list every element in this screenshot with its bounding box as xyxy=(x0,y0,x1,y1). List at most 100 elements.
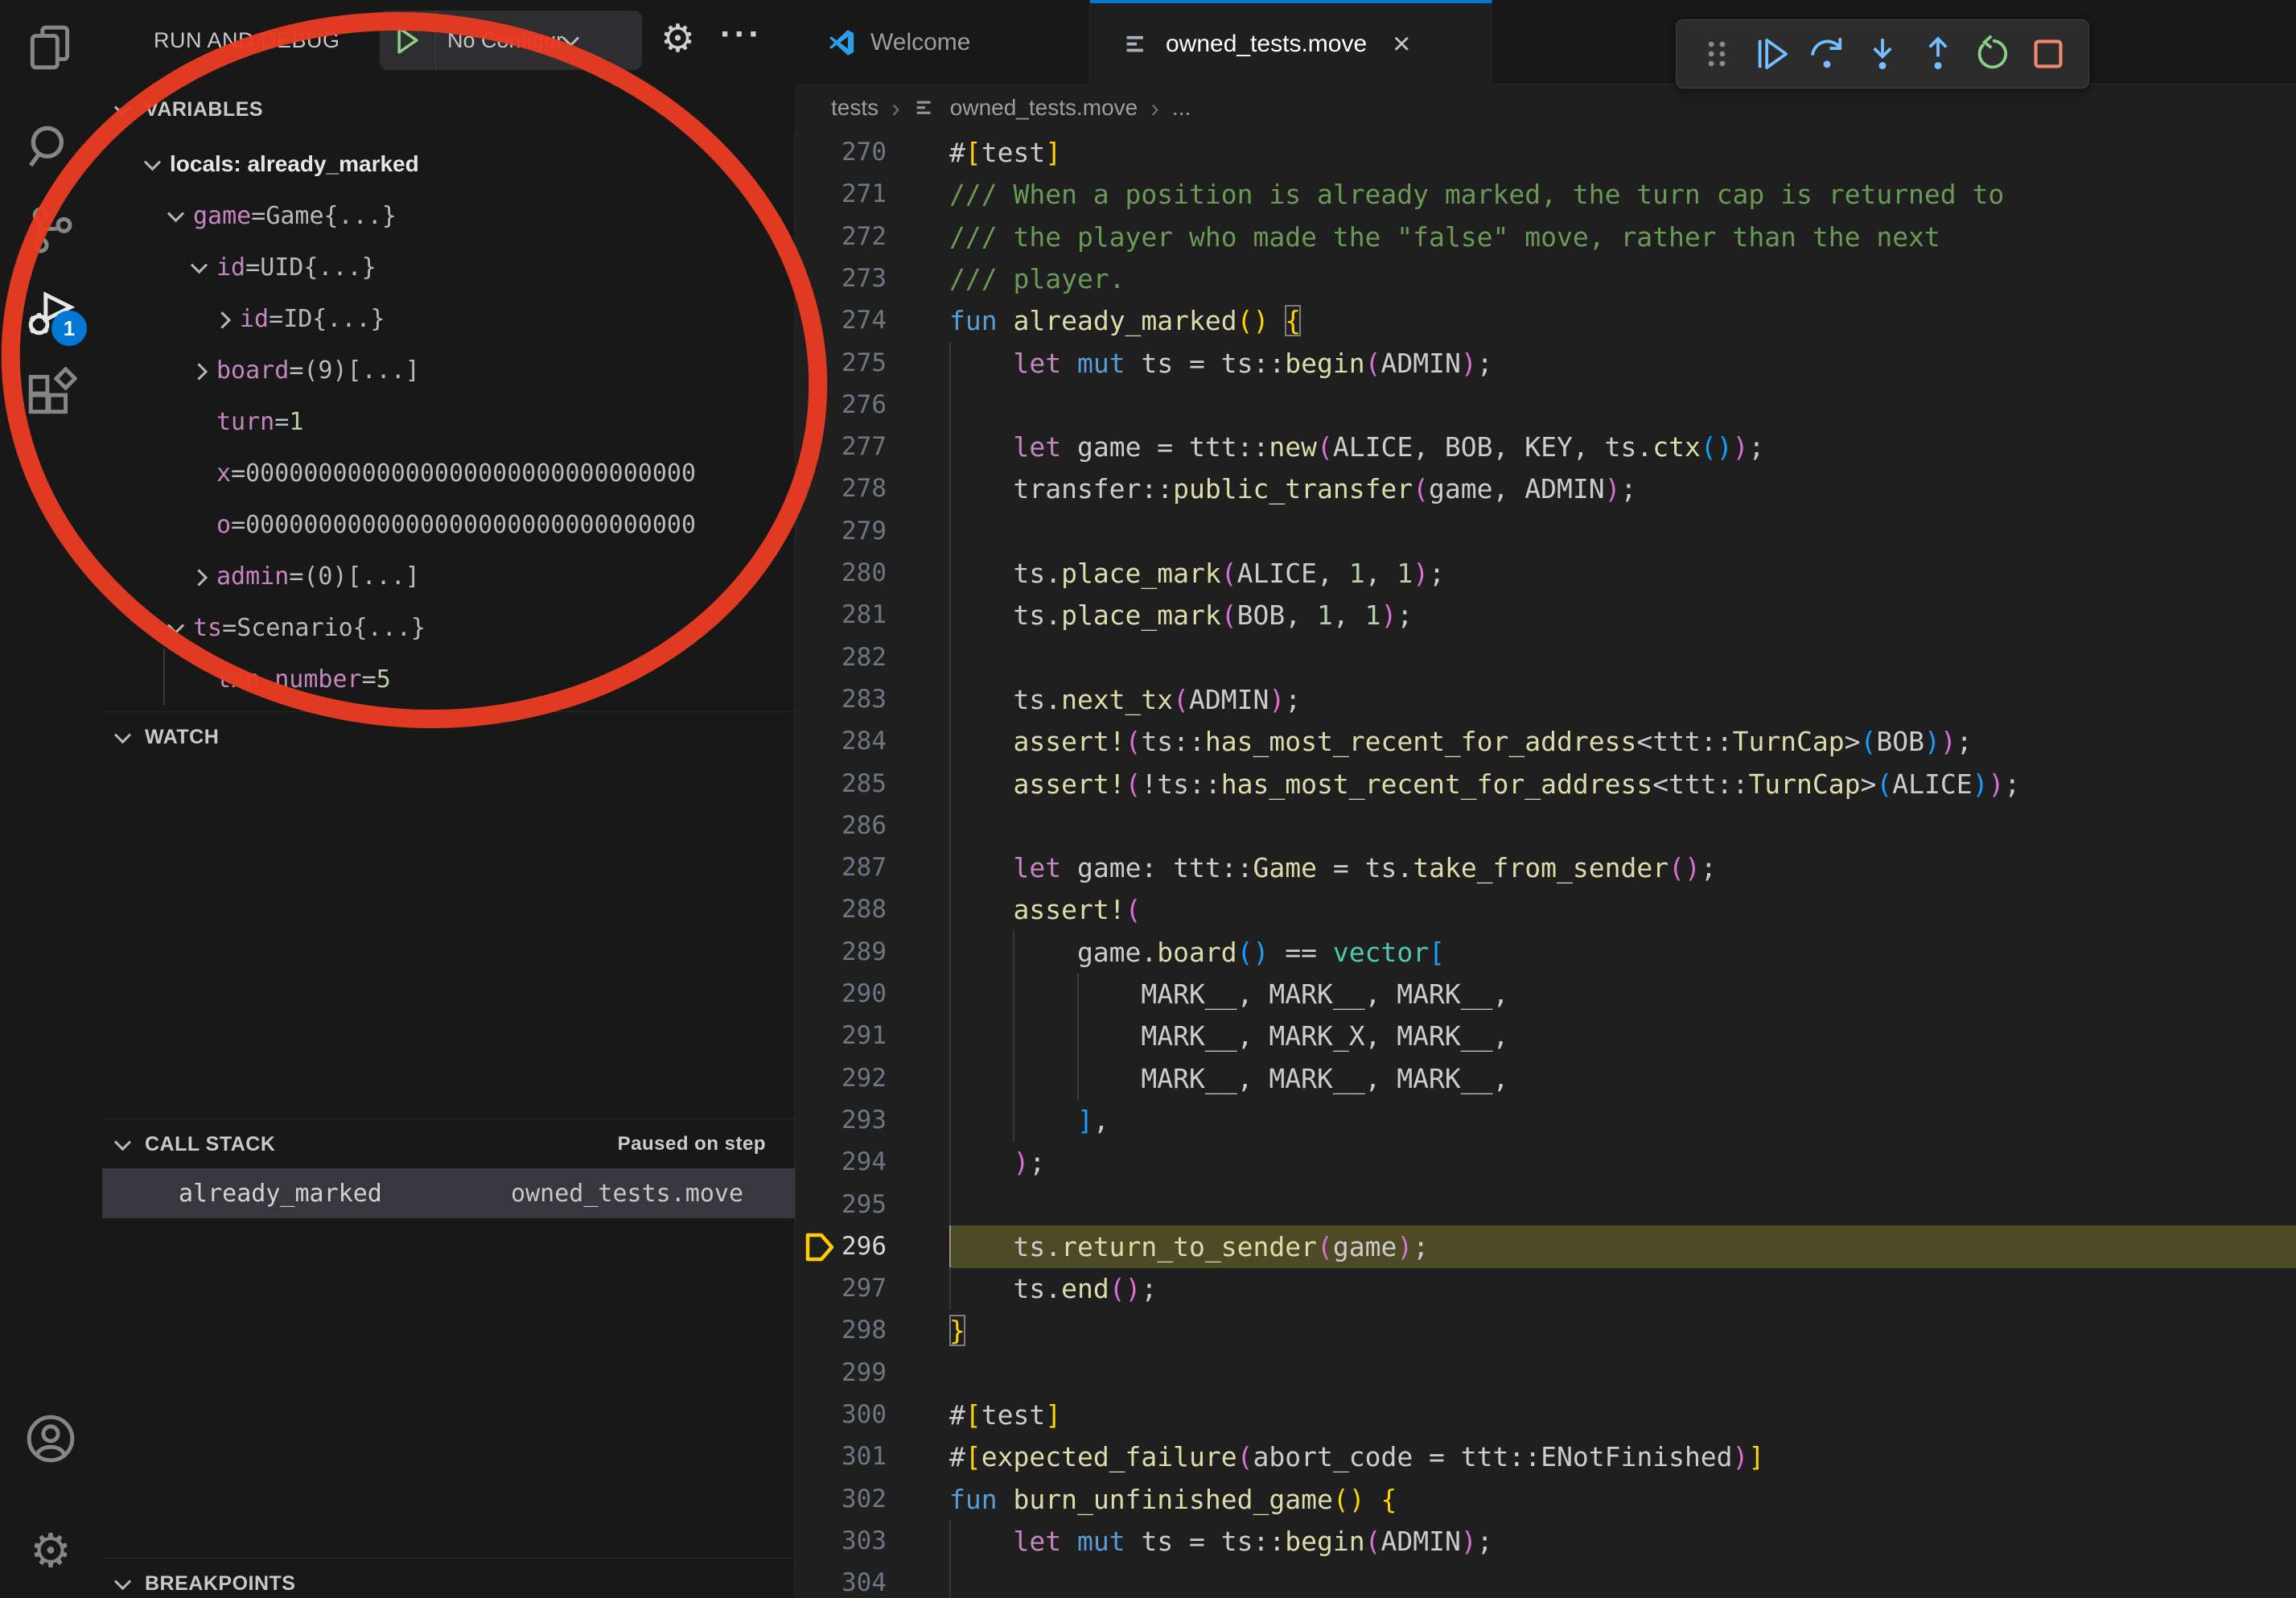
code-line-272[interactable]: 272/// the player who made the "false" m… xyxy=(795,216,2296,258)
variables-tree: locals: already_markedgame = Game{...}id… xyxy=(102,138,795,705)
close-icon[interactable]: × xyxy=(1393,29,1410,60)
code-line-301[interactable]: 301#[expected_failure(abort_code = ttt::… xyxy=(795,1435,2296,1478)
code-line-275[interactable]: 275 let mut ts = ts::begin(ADMIN); xyxy=(795,342,2296,385)
breadcrumb-item-symbol[interactable]: ... xyxy=(1172,95,1191,121)
line-number: 274 xyxy=(806,299,887,342)
tab-owned-tests-move[interactable]: owned_tests.move × xyxy=(1090,0,1492,85)
scope-row[interactable]: locals: already_marked xyxy=(102,138,795,190)
code-line-284[interactable]: 284 assert!(ts::has_most_recent_for_addr… xyxy=(795,720,2296,763)
more-actions-icon[interactable]: ··· xyxy=(720,5,763,64)
code-line-304[interactable]: 304 xyxy=(795,1562,2296,1598)
step-into-icon[interactable] xyxy=(1863,35,1902,73)
code-line-299[interactable]: 299 xyxy=(795,1352,2296,1394)
chevron-down-icon[interactable] xyxy=(158,210,193,222)
code-line-286[interactable]: 286 xyxy=(795,805,2296,847)
variable-row-txn_number[interactable]: txn_number = 5 xyxy=(102,653,795,705)
variable-row-game[interactable]: game = Game{...} xyxy=(102,190,795,241)
variable-value: Game{...} xyxy=(265,202,397,230)
debug-config-control[interactable]: No Configur xyxy=(380,10,642,70)
code-line-294[interactable]: 294 ); xyxy=(795,1141,2296,1184)
variables-section-header[interactable]: VARIABLES xyxy=(102,90,795,129)
sidebar-title: RUN AND DEBUG xyxy=(154,28,340,53)
line-number: 292 xyxy=(806,1057,887,1100)
code-line-274[interactable]: 274fun already_marked() { xyxy=(795,299,2296,342)
continue-icon[interactable] xyxy=(1753,35,1792,73)
variable-name: txn_number xyxy=(216,665,362,694)
chevron-down-icon[interactable] xyxy=(134,159,170,171)
call-stack-section-header[interactable]: CALL STACK Paused on step xyxy=(102,1125,795,1163)
source-control-icon[interactable] xyxy=(24,204,77,257)
chevron-glyph xyxy=(143,154,160,171)
code-line-293[interactable]: 293 ], xyxy=(795,1099,2296,1142)
debug-settings-gear-icon[interactable]: ⚙ xyxy=(660,10,695,69)
accounts-icon[interactable] xyxy=(24,1412,77,1465)
code-line-295[interactable]: 295 xyxy=(795,1184,2296,1226)
search-icon[interactable] xyxy=(24,121,77,174)
variable-row-ts[interactable]: ts = Scenario{...} xyxy=(102,602,795,653)
breakpoints-section-header[interactable]: BREAKPOINTS xyxy=(102,1564,795,1598)
code-line-285[interactable]: 285 assert!(!ts::has_most_recent_for_add… xyxy=(795,763,2296,805)
line-number: 278 xyxy=(806,467,887,510)
tab-welcome[interactable]: Welcome xyxy=(795,0,1090,84)
call-stack-frame[interactable]: already_marked owned_tests.move xyxy=(102,1168,795,1218)
debug-toolbar xyxy=(1676,19,2089,89)
breadcrumb-item-file[interactable]: owned_tests.move xyxy=(950,95,1138,121)
code-line-277[interactable]: 277 let game = ttt::new(ALICE, BOB, KEY,… xyxy=(795,426,2296,468)
code-line-302[interactable]: 302fun burn_unfinished_game() { xyxy=(795,1478,2296,1521)
code-line-278[interactable]: 278 transfer::public_transfer(game, ADMI… xyxy=(795,467,2296,510)
variable-row-o[interactable]: o = 0000000000000000000000000000000000… xyxy=(102,499,795,550)
code-line-292[interactable]: 292 MARK__, MARK__, MARK__, xyxy=(795,1057,2296,1100)
chevron-glyph xyxy=(190,363,207,380)
watch-section-header[interactable]: WATCH xyxy=(102,718,795,756)
code-text: #[test] xyxy=(949,1394,1061,1436)
code-line-298[interactable]: 298} xyxy=(795,1309,2296,1352)
line-number: 287 xyxy=(806,846,887,889)
code-area[interactable]: 270#[test]271/// When a position is alre… xyxy=(795,131,2296,1598)
code-line-282[interactable]: 282 xyxy=(795,636,2296,679)
chevron-right-icon[interactable] xyxy=(181,364,216,377)
variable-row-turn[interactable]: turn = 1 xyxy=(102,396,795,447)
variable-row-admin[interactable]: admin = (0)[...] xyxy=(102,550,795,602)
code-line-300[interactable]: 300#[test] xyxy=(795,1394,2296,1436)
code-line-287[interactable]: 287 let game: ttt::Game = ts.take_from_s… xyxy=(795,846,2296,889)
step-out-icon[interactable] xyxy=(1919,35,1957,73)
variable-row-x[interactable]: x = 0000000000000000000000000000000000… xyxy=(102,447,795,499)
variable-row-id[interactable]: id = ID{...} xyxy=(102,293,795,344)
chevron-down-icon[interactable] xyxy=(181,262,216,274)
start-debug-icon[interactable] xyxy=(380,10,436,70)
variable-row-id[interactable]: id = UID{...} xyxy=(102,241,795,293)
code-line-276[interactable]: 276 xyxy=(795,384,2296,426)
variable-name: board xyxy=(216,356,289,385)
code-line-288[interactable]: 288 assert!( xyxy=(795,888,2296,931)
step-over-icon[interactable] xyxy=(1808,35,1846,73)
move-file-icon xyxy=(913,96,937,120)
equals-sign: = xyxy=(231,511,245,539)
code-line-283[interactable]: 283 ts.next_tx(ADMIN); xyxy=(795,678,2296,721)
code-text: transfer::public_transfer(game, ADMIN); xyxy=(949,467,1636,510)
code-line-296[interactable]: 296 ts.return_to_sender(game); xyxy=(795,1225,2296,1268)
chevron-right-icon[interactable] xyxy=(204,313,240,325)
code-line-289[interactable]: 289 game.board() == vector[ xyxy=(795,931,2296,974)
chevron-right-icon[interactable] xyxy=(181,570,216,583)
restart-icon[interactable] xyxy=(1973,35,2012,73)
code-line-280[interactable]: 280 ts.place_mark(ALICE, 1, 1); xyxy=(795,552,2296,595)
drag-handle-icon[interactable] xyxy=(1697,35,1736,73)
code-line-271[interactable]: 271/// When a position is already marked… xyxy=(795,173,2296,216)
code-line-273[interactable]: 273/// player. xyxy=(795,257,2296,300)
extensions-icon[interactable] xyxy=(24,367,77,420)
stop-icon[interactable] xyxy=(2029,35,2068,73)
code-line-297[interactable]: 297 ts.end(); xyxy=(795,1267,2296,1310)
chevron-down-icon[interactable] xyxy=(158,622,193,634)
settings-gear-icon[interactable]: ⚙ xyxy=(24,1525,77,1578)
code-line-303[interactable]: 303 let mut ts = ts::begin(ADMIN); xyxy=(795,1520,2296,1563)
code-line-291[interactable]: 291 MARK__, MARK_X, MARK__, xyxy=(795,1015,2296,1057)
debug-config-label[interactable]: No Configur xyxy=(436,28,563,53)
code-line-270[interactable]: 270#[test] xyxy=(795,131,2296,174)
variable-row-board[interactable]: board = (9)[...] xyxy=(102,344,795,396)
run-and-debug-icon[interactable]: 1 xyxy=(24,286,77,340)
code-line-281[interactable]: 281 ts.place_mark(BOB, 1, 1); xyxy=(795,594,2296,636)
explorer-icon[interactable] xyxy=(24,21,77,74)
code-line-279[interactable]: 279 xyxy=(795,510,2296,553)
code-line-290[interactable]: 290 MARK__, MARK__, MARK__, xyxy=(795,973,2296,1015)
breadcrumb-item-tests[interactable]: tests xyxy=(831,95,878,121)
